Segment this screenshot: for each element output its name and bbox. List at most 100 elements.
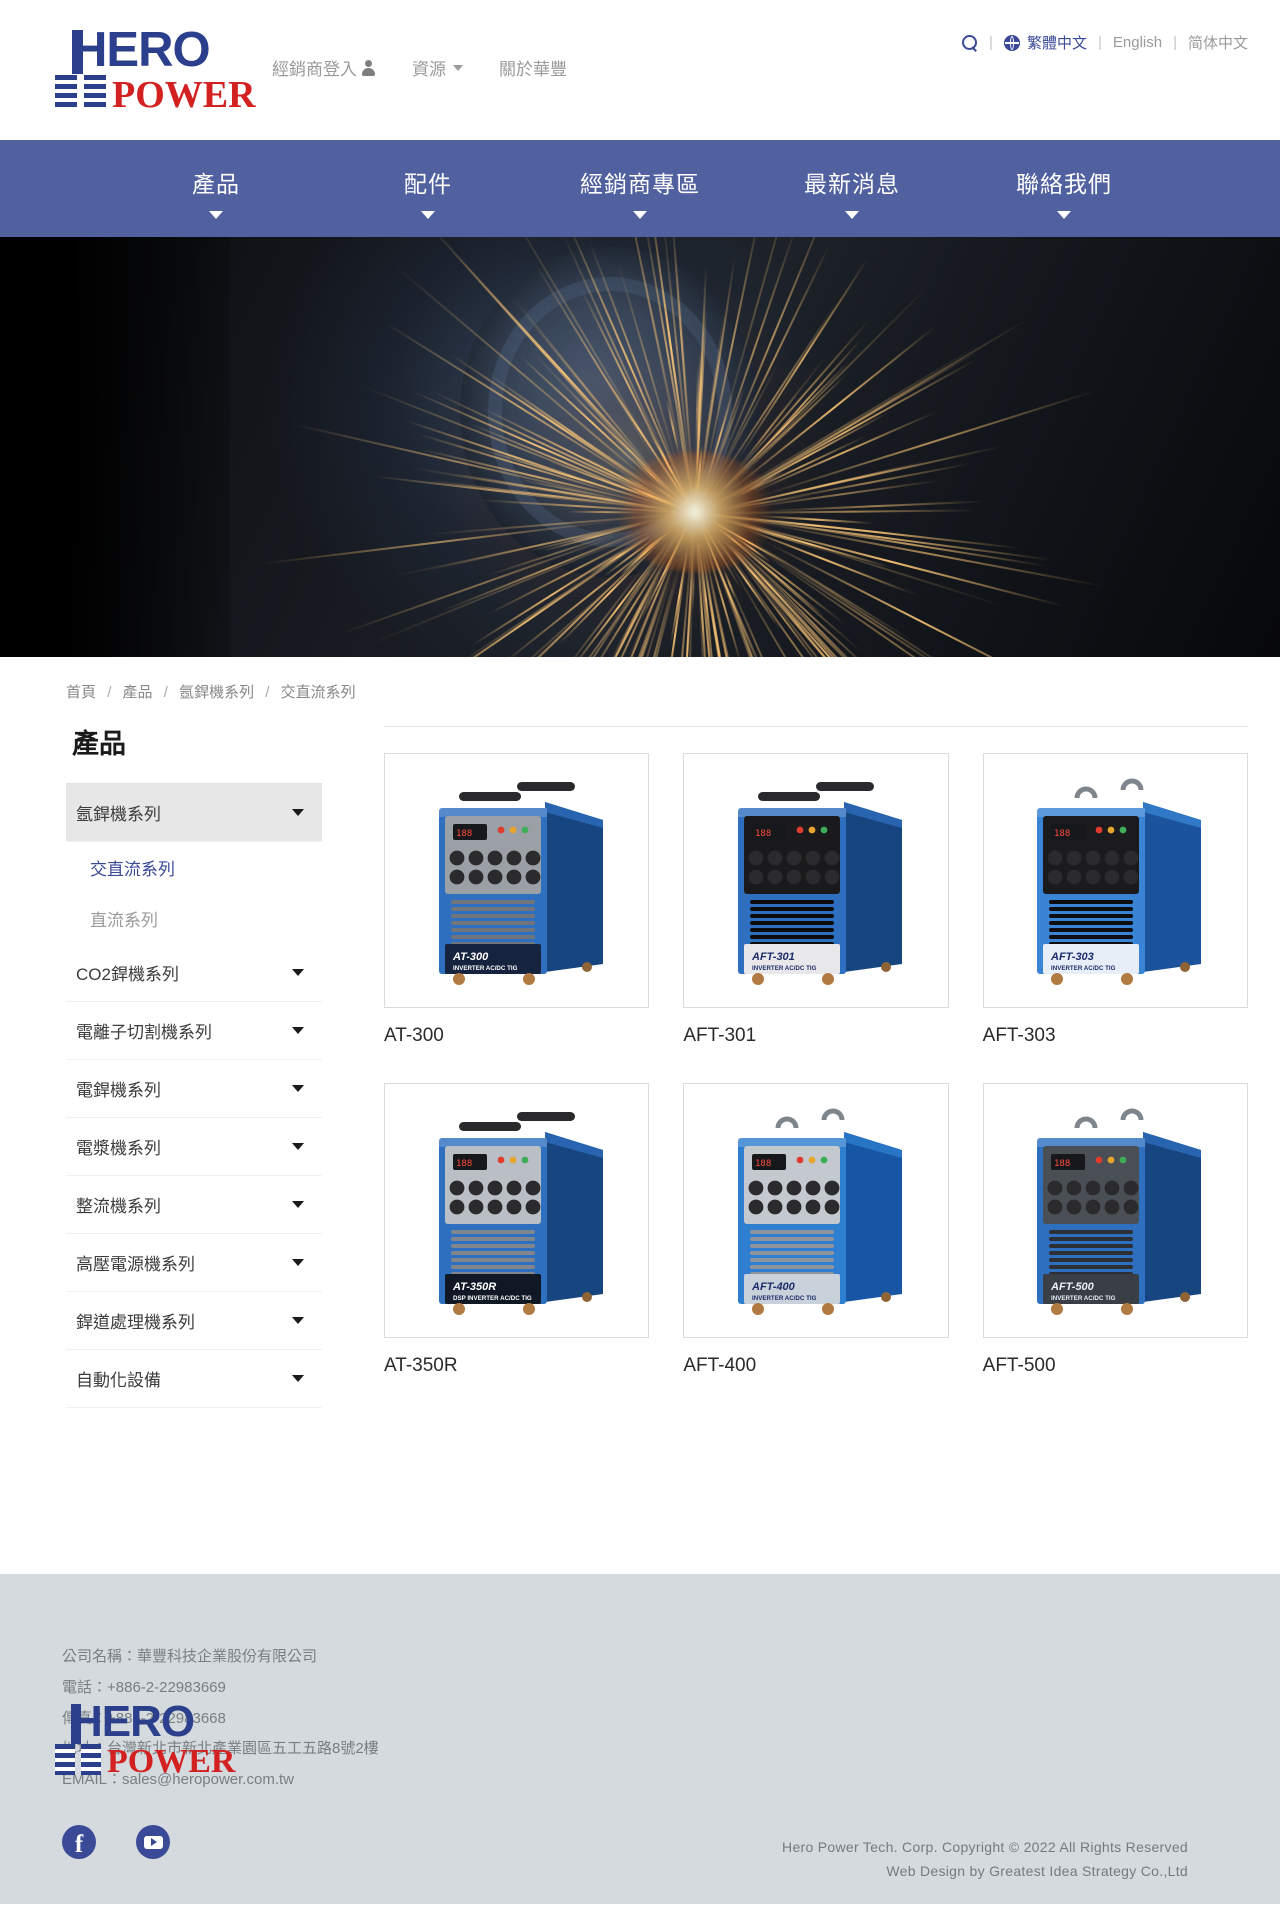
chevron-down-icon	[292, 809, 304, 816]
utility-nav-label: 關於華豐	[499, 55, 567, 80]
logo-power-text: POWER	[112, 73, 256, 117]
utility-nav-dealer-login[interactable]: 經銷商登入	[272, 55, 376, 80]
sidebar-item-arc-welder[interactable]: 電銲機系列	[66, 1060, 322, 1118]
sidebar-item-label: 整流機系列	[76, 1192, 161, 1217]
breadcrumb-item-tig-series[interactable]: 氬銲機系列	[179, 684, 254, 701]
chevron-down-icon	[421, 211, 435, 219]
chevron-down-icon	[292, 1259, 304, 1266]
svg-text:AT-350R: AT-350R	[452, 1281, 496, 1293]
product-image[interactable]: 188 AT-300 INVERTER AC/DC TIG	[384, 753, 649, 1008]
nav-item-label: 產品	[192, 171, 240, 197]
sidebar-item-label: 電離子切割機系列	[76, 1018, 212, 1043]
sidebar-subitem-acdc[interactable]: 交直流系列	[66, 842, 322, 893]
hero-vignette	[0, 237, 230, 657]
nav-item-news[interactable]: 最新消息	[746, 140, 958, 219]
sidebar-item-automation[interactable]: 自動化設備	[66, 1350, 322, 1408]
logo-stripe-bars	[55, 1744, 103, 1775]
nav-item-dealer-zone[interactable]: 經銷商專區	[534, 140, 746, 219]
nav-item-label: 經銷商專區	[580, 171, 700, 197]
footer-social-links: f	[62, 1825, 170, 1859]
product-card[interactable]: 188 AT-350R DSP INVERTER AC/DC TIG AT-350R	[384, 1083, 649, 1377]
breadcrumb-item-acdc-series[interactable]: 交直流系列	[281, 684, 356, 701]
logo-stripe-bars	[55, 75, 107, 109]
breadcrumb-item-products[interactable]: 產品	[123, 684, 153, 701]
top-header: HERO POWER 經銷商登入 資源 關於華豐 | 繁體中文 | Englis…	[0, 0, 1280, 140]
sidebar-subitem-dc[interactable]: 直流系列	[66, 893, 322, 944]
sidebar-item-plasma-cutter[interactable]: 電離子切割機系列	[66, 1002, 322, 1060]
globe-icon	[1004, 35, 1020, 51]
language-option-en[interactable]: English	[1113, 34, 1162, 51]
divider	[384, 726, 1248, 727]
nav-item-contact[interactable]: 聯絡我們	[958, 140, 1170, 219]
sidebar-title: 產品	[66, 722, 322, 783]
product-name: AFT-500	[983, 1355, 1248, 1377]
product-card[interactable]: 188 AFT-301 INVERTER AC/DC TIG AFT-301	[683, 753, 948, 1047]
footer-logo[interactable]: HERO POWER	[55, 1702, 221, 1776]
chevron-down-icon	[292, 1143, 304, 1150]
site-logo[interactable]: HERO POWER	[55, 28, 235, 110]
main-navigation: 產品 配件 經銷商專區 最新消息 聯絡我們	[0, 140, 1280, 237]
chevron-down-icon	[633, 211, 647, 219]
svg-text:INVERTER AC/DC TIG: INVERTER AC/DC TIG	[752, 965, 817, 972]
svg-text:188: 188	[456, 829, 472, 839]
product-image[interactable]: 188 AFT-500 INVERTER AC/DC TIG	[983, 1083, 1248, 1338]
breadcrumb: 首頁 / 產品 / 氬銲機系列 / 交直流系列	[0, 657, 1280, 722]
separator: |	[1173, 34, 1177, 51]
svg-text:188: 188	[1054, 1159, 1070, 1169]
breadcrumb-separator: /	[164, 684, 168, 701]
separator: |	[989, 34, 993, 51]
svg-text:INVERTER AC/DC TIG: INVERTER AC/DC TIG	[1051, 965, 1116, 972]
sidebar-item-rectifier[interactable]: 整流機系列	[66, 1176, 322, 1234]
page-root: HERO POWER 經銷商登入 資源 關於華豐 | 繁體中文 | Englis…	[0, 0, 1280, 1904]
product-card[interactable]: 188 AFT-303 INVERTER AC/DC TIG AFT-303	[983, 753, 1248, 1047]
language-current[interactable]: 繁體中文	[1004, 32, 1087, 53]
product-image[interactable]: 188 AFT-400 INVERTER AC/DC TIG	[683, 1083, 948, 1338]
sidebar-item-co2[interactable]: CO2銲機系列	[66, 944, 322, 1002]
product-name: AFT-303	[983, 1025, 1248, 1047]
hero-sparks	[50, 237, 1280, 657]
sidebar-item-label: 高壓電源機系列	[76, 1250, 195, 1275]
product-card[interactable]: 188 AFT-500 INVERTER AC/DC TIG AFT-500	[983, 1083, 1248, 1377]
language-option-zh-hant[interactable]: 繁體中文	[1027, 32, 1087, 53]
hero-weld-glow	[610, 452, 780, 572]
svg-text:DSP INVERTER AC/DC TIG: DSP INVERTER AC/DC TIG	[453, 1295, 532, 1302]
product-name: AT-300	[384, 1025, 649, 1047]
product-image[interactable]: 188 AFT-301 INVERTER AC/DC TIG	[683, 753, 948, 1008]
sidebar-item-label: CO2銲機系列	[76, 960, 179, 985]
search-icon[interactable]	[962, 35, 978, 51]
sidebar-item-tig-series[interactable]: 氬銲機系列	[66, 784, 322, 842]
product-grid: 188 AT-300 INVERTER AC/DC TIG AT-300 188 AFT-…	[384, 753, 1248, 1407]
nav-item-accessories[interactable]: 配件	[322, 140, 534, 219]
svg-text:188: 188	[755, 829, 771, 839]
facebook-icon[interactable]: f	[62, 1825, 96, 1859]
footer-logo-power-text: POWER	[107, 1743, 235, 1781]
product-grid-section: 188 AT-300 INVERTER AC/DC TIG AT-300 188 AFT-…	[322, 722, 1248, 1407]
svg-text:188: 188	[755, 1159, 771, 1169]
breadcrumb-item-home[interactable]: 首頁	[66, 684, 96, 701]
utility-nav-about[interactable]: 關於華豐	[499, 55, 567, 80]
sidebar-item-hv-power[interactable]: 高壓電源機系列	[66, 1234, 322, 1292]
youtube-icon[interactable]	[136, 1825, 170, 1859]
footer-logo-hero-text: HERO	[71, 1702, 194, 1742]
product-name: AT-350R	[384, 1355, 649, 1377]
sidebar-item-plasma-machine[interactable]: 電漿機系列	[66, 1118, 322, 1176]
nav-item-label: 聯絡我們	[1016, 171, 1112, 197]
utility-nav-resources[interactable]: 資源	[412, 55, 463, 80]
chevron-down-icon	[292, 969, 304, 976]
sidebar-item-label: 銲道處理機系列	[76, 1308, 195, 1333]
sidebar-item-weld-treatment[interactable]: 銲道處理機系列	[66, 1292, 322, 1350]
footer-copyright: Hero Power Tech. Corp. Copyright © 2022 …	[782, 1836, 1188, 1884]
chevron-down-icon	[1057, 211, 1071, 219]
logo-hero-text: HERO	[72, 28, 210, 73]
product-card[interactable]: 188 AT-300 INVERTER AC/DC TIG AT-300	[384, 753, 649, 1047]
copyright-line-2: Web Design by Greatest Idea Strategy Co.…	[782, 1860, 1188, 1884]
language-option-zh-hans[interactable]: 简体中文	[1188, 32, 1248, 53]
utility-nav: 經銷商登入 資源 關於華豐	[272, 55, 567, 80]
nav-item-products[interactable]: 產品	[110, 140, 322, 219]
sidebar-item-label: 電漿機系列	[76, 1134, 161, 1159]
chevron-down-icon	[292, 1085, 304, 1092]
product-card[interactable]: 188 AFT-400 INVERTER AC/DC TIG AFT-400	[683, 1083, 948, 1377]
chevron-down-icon	[453, 65, 463, 71]
product-image[interactable]: 188 AFT-303 INVERTER AC/DC TIG	[983, 753, 1248, 1008]
product-image[interactable]: 188 AT-350R DSP INVERTER AC/DC TIG	[384, 1083, 649, 1338]
